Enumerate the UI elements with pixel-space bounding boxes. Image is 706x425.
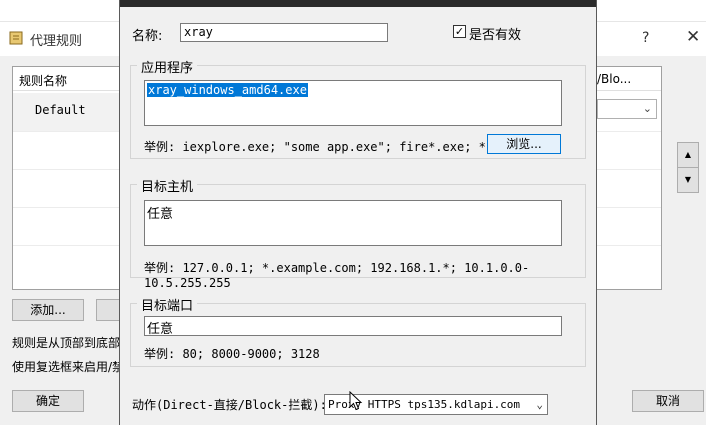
name-label: 名称: [132, 29, 163, 44]
group-title: 应用程序 [137, 57, 198, 76]
help-icon[interactable]: ? [642, 30, 649, 46]
target-port-input[interactable]: 任意 [144, 316, 562, 337]
move-down-button[interactable]: ▼ [677, 167, 699, 193]
group-title: 目标主机 [137, 176, 198, 195]
dialog-title-bar [120, 0, 596, 7]
group-title: 目标端口 [137, 295, 198, 314]
mouse-cursor-icon [349, 391, 363, 411]
add-button[interactable]: 添加... [12, 299, 84, 321]
table-row[interactable]: Default [13, 93, 133, 131]
close-icon[interactable]: ✕ [686, 27, 700, 47]
window-title: 代理规则 [30, 34, 83, 49]
enabled-checkbox[interactable]: ✓ [453, 25, 466, 38]
target-host-input[interactable]: 任意 [144, 200, 562, 246]
target-host-example: 举例: 127.0.0.1; *.example.com; 192.168.1.… [144, 261, 530, 290]
selected-text: xray_windows_amd64.exe [147, 83, 308, 97]
target-port-example: 举例: 80; 8000-9000; 3128 [144, 347, 320, 361]
rule-edit-dialog: 名称: xray ✓ 是否有效 应用程序 xray_windows_amd64.… [119, 0, 597, 425]
column-header-name[interactable]: 规则名称 [19, 72, 67, 89]
action-label: 动作(Direct-直接/Block-拦截): [132, 398, 327, 412]
rule-name: Default [35, 103, 86, 117]
browse-button[interactable]: 浏览... [487, 134, 561, 154]
scroll-icon [9, 31, 23, 45]
info-text: 规则是从顶部到底部 [12, 336, 121, 350]
name-input[interactable]: xray [180, 23, 388, 42]
cancel-button[interactable]: 取消 [632, 390, 704, 412]
column-header-action[interactable]: /Blo... [597, 72, 631, 86]
application-input[interactable]: xray_windows_amd64.exe [144, 80, 562, 126]
chevron-down-icon: ⌄ [642, 102, 652, 115]
application-example: 举例: iexplore.exe; "some app.exe"; fire*.… [144, 140, 515, 154]
rule-action-select[interactable]: ⌄ [597, 99, 657, 119]
ok-button[interactable]: 确定 [12, 390, 84, 412]
enabled-label[interactable]: 是否有效 [469, 24, 521, 43]
info-text: 使用复选框来启用/禁 [12, 360, 125, 374]
move-up-button[interactable]: ▲ [677, 142, 699, 168]
chevron-down-icon: ⌄ [536, 398, 543, 411]
